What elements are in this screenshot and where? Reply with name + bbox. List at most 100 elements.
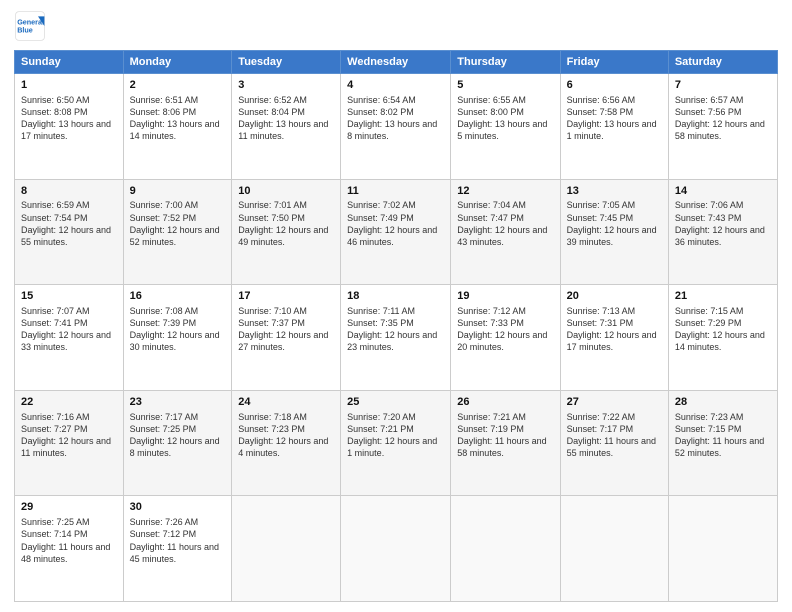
sunrise: Sunrise: 6:57 AM	[675, 95, 744, 105]
week-row-1: 1 Sunrise: 6:50 AM Sunset: 8:08 PM Daylight…	[15, 74, 778, 180]
calendar-cell: 11Sunrise: 7:02 AMSunset: 7:49 PMDayligh…	[341, 179, 451, 285]
day-number: 5	[457, 78, 553, 93]
sunset: Sunset: 7:43 PM	[675, 213, 742, 223]
calendar-cell	[451, 496, 560, 602]
col-header-thursday: Thursday	[451, 51, 560, 74]
day-number: 15	[21, 289, 117, 304]
sunrise: Sunrise: 7:07 AM	[21, 306, 90, 316]
sunrise: Sunrise: 7:18 AM	[238, 412, 307, 422]
sunset: Sunset: 7:49 PM	[347, 213, 414, 223]
day-number: 3	[238, 78, 334, 93]
sunrise: Sunrise: 7:16 AM	[21, 412, 90, 422]
sunrise: Sunrise: 7:05 AM	[567, 200, 636, 210]
daylight-label: Daylight: 13 hours and 14 minutes.	[130, 119, 220, 141]
daylight-label: Daylight: 12 hours and 49 minutes.	[238, 225, 328, 247]
sunrise: Sunrise: 7:01 AM	[238, 200, 307, 210]
calendar-cell: 19Sunrise: 7:12 AMSunset: 7:33 PMDayligh…	[451, 285, 560, 391]
sunrise: Sunrise: 7:25 AM	[21, 517, 90, 527]
sunrise: Sunrise: 6:50 AM	[21, 95, 90, 105]
calendar-cell	[341, 496, 451, 602]
page: General Blue SundayMondayTuesdayWednesda…	[0, 0, 792, 612]
sunset: Sunset: 7:19 PM	[457, 424, 524, 434]
sunset: Sunset: 7:31 PM	[567, 318, 634, 328]
day-number: 24	[238, 395, 334, 410]
col-header-wednesday: Wednesday	[341, 51, 451, 74]
calendar-cell: 13Sunrise: 7:05 AMSunset: 7:45 PMDayligh…	[560, 179, 668, 285]
calendar-cell: 26 Sunrise: 7:21 AM Sunset: 7:19 PM Dayligh…	[451, 390, 560, 496]
sunrise: Sunrise: 7:02 AM	[347, 200, 416, 210]
day-number: 19	[457, 289, 553, 304]
sunrise: Sunrise: 6:54 AM	[347, 95, 416, 105]
sunrise: Sunrise: 7:23 AM	[675, 412, 744, 422]
sunset: Sunset: 7:33 PM	[457, 318, 524, 328]
calendar-cell: 14Sunrise: 7:06 AM Sunset: 7:43 PM Dayligh…	[668, 179, 777, 285]
daylight-label: Daylight: 13 hours and 8 minutes.	[347, 119, 437, 141]
calendar-cell: 1Sunrise: 6:50 AMSunset: 8:08 PMDaylight…	[15, 74, 124, 180]
day-number: 27	[567, 395, 662, 410]
daylight-label: Daylight: 12 hours and 14 minutes.	[675, 330, 765, 352]
sunrise: Sunrise: 7:20 AM	[347, 412, 416, 422]
daylight-label: Daylight: 12 hours and 58 minutes.	[675, 119, 765, 141]
calendar-cell: 7Sunrise: 6:57 AMSunset: 7:56 PMDaylight…	[668, 74, 777, 180]
daylight-label: Daylight: 12 hours and 17 minutes.	[567, 330, 657, 352]
daylight-label: Daylight: 12 hours and 52 minutes.	[130, 225, 220, 247]
sunrise: Sunrise: 7:21 AM	[457, 412, 526, 422]
daylight-label: Daylight: 11 hours and 58 minutes.	[457, 436, 546, 458]
day-number: 2	[130, 78, 226, 93]
sunrise: Sunrise: 6:51 AM	[130, 95, 199, 105]
sunset: Sunset: 8:08 PM	[21, 107, 88, 117]
calendar-cell: 16Sunrise: 7:08 AMSunset: 7:39 PMDayligh…	[123, 285, 232, 391]
sunrise: Sunrise: 6:59 AM	[21, 200, 90, 210]
daylight-label: Daylight: 12 hours and 8 minutes.	[130, 436, 220, 458]
day-number: 14	[675, 184, 771, 199]
col-header-friday: Friday	[560, 51, 668, 74]
calendar-cell: 22Sunrise: 7:16 AMSunset: 7:27 PMDayligh…	[15, 390, 124, 496]
sunrise: Sunrise: 7:12 AM	[457, 306, 526, 316]
sunrise: Sunrise: 6:55 AM	[457, 95, 526, 105]
logo: General Blue	[14, 10, 46, 42]
sunset: Sunset: 8:06 PM	[130, 107, 197, 117]
sunrise: Sunrise: 7:15 AM	[675, 306, 744, 316]
daylight-label: Daylight: 12 hours and 4 minutes.	[238, 436, 328, 458]
sunset: Sunset: 8:04 PM	[238, 107, 305, 117]
day-number: 17	[238, 289, 334, 304]
sunrise: Sunrise: 7:26 AM	[130, 517, 199, 527]
sunrise: Sunrise: 7:00 AM	[130, 200, 199, 210]
sunrise: Sunrise: 7:11 AM	[347, 306, 415, 316]
sunset: Sunset: 7:27 PM	[21, 424, 88, 434]
calendar-table: SundayMondayTuesdayWednesdayThursdayFrid…	[14, 50, 778, 602]
day-number: 26	[457, 395, 553, 410]
sunrise: Sunrise: 7:06 AM	[675, 200, 744, 210]
sunset: Sunset: 7:25 PM	[130, 424, 197, 434]
daylight-label: Daylight: 11 hours and 48 minutes.	[21, 542, 110, 564]
sunset: Sunset: 7:35 PM	[347, 318, 414, 328]
calendar-cell: 8Sunrise: 6:59 AMSunset: 7:54 PMDaylight…	[15, 179, 124, 285]
calendar-cell: 2 Sunrise: 6:51 AM Sunset: 8:06 PM Daylight…	[123, 74, 232, 180]
sunrise: Sunrise: 7:04 AM	[457, 200, 526, 210]
col-header-monday: Monday	[123, 51, 232, 74]
day-number: 6	[567, 78, 662, 93]
sunset: Sunset: 7:58 PM	[567, 107, 634, 117]
daylight-label: Daylight: 12 hours and 27 minutes.	[238, 330, 328, 352]
calendar-cell: 21Sunrise: 7:15 AMSunset: 7:29 PMDayligh…	[668, 285, 777, 391]
calendar-cell: 17Sunrise: 7:10 AMSunset: 7:37 PMDayligh…	[232, 285, 341, 391]
sunset: Sunset: 7:39 PM	[130, 318, 197, 328]
sunset: Sunset: 7:50 PM	[238, 213, 305, 223]
calendar-cell: 28Sunrise: 7:23 AMSunset: 7:15 PMDayligh…	[668, 390, 777, 496]
sunset: Sunset: 7:45 PM	[567, 213, 634, 223]
col-header-tuesday: Tuesday	[232, 51, 341, 74]
calendar-cell: 30Sunrise: 7:26 AMSunset: 7:12 PMDayligh…	[123, 496, 232, 602]
day-number: 8	[21, 184, 117, 199]
day-number: 7	[675, 78, 771, 93]
daylight-label: Daylight: 12 hours and 36 minutes.	[675, 225, 765, 247]
day-number: 1	[21, 78, 117, 93]
sunset: Sunset: 7:21 PM	[347, 424, 414, 434]
sunrise: Sunrise: 7:17 AM	[130, 412, 199, 422]
day-number: 13	[567, 184, 662, 199]
daylight-label: Daylight: 11 hours and 55 minutes.	[567, 436, 656, 458]
week-row-3: 15Sunrise: 7:07 AMSunset: 7:41 PMDayligh…	[15, 285, 778, 391]
col-header-sunday: Sunday	[15, 51, 124, 74]
sunrise: Sunrise: 6:52 AM	[238, 95, 307, 105]
calendar-cell: 4Sunrise: 6:54 AMSunset: 8:02 PMDaylight…	[341, 74, 451, 180]
sunset: Sunset: 7:47 PM	[457, 213, 524, 223]
